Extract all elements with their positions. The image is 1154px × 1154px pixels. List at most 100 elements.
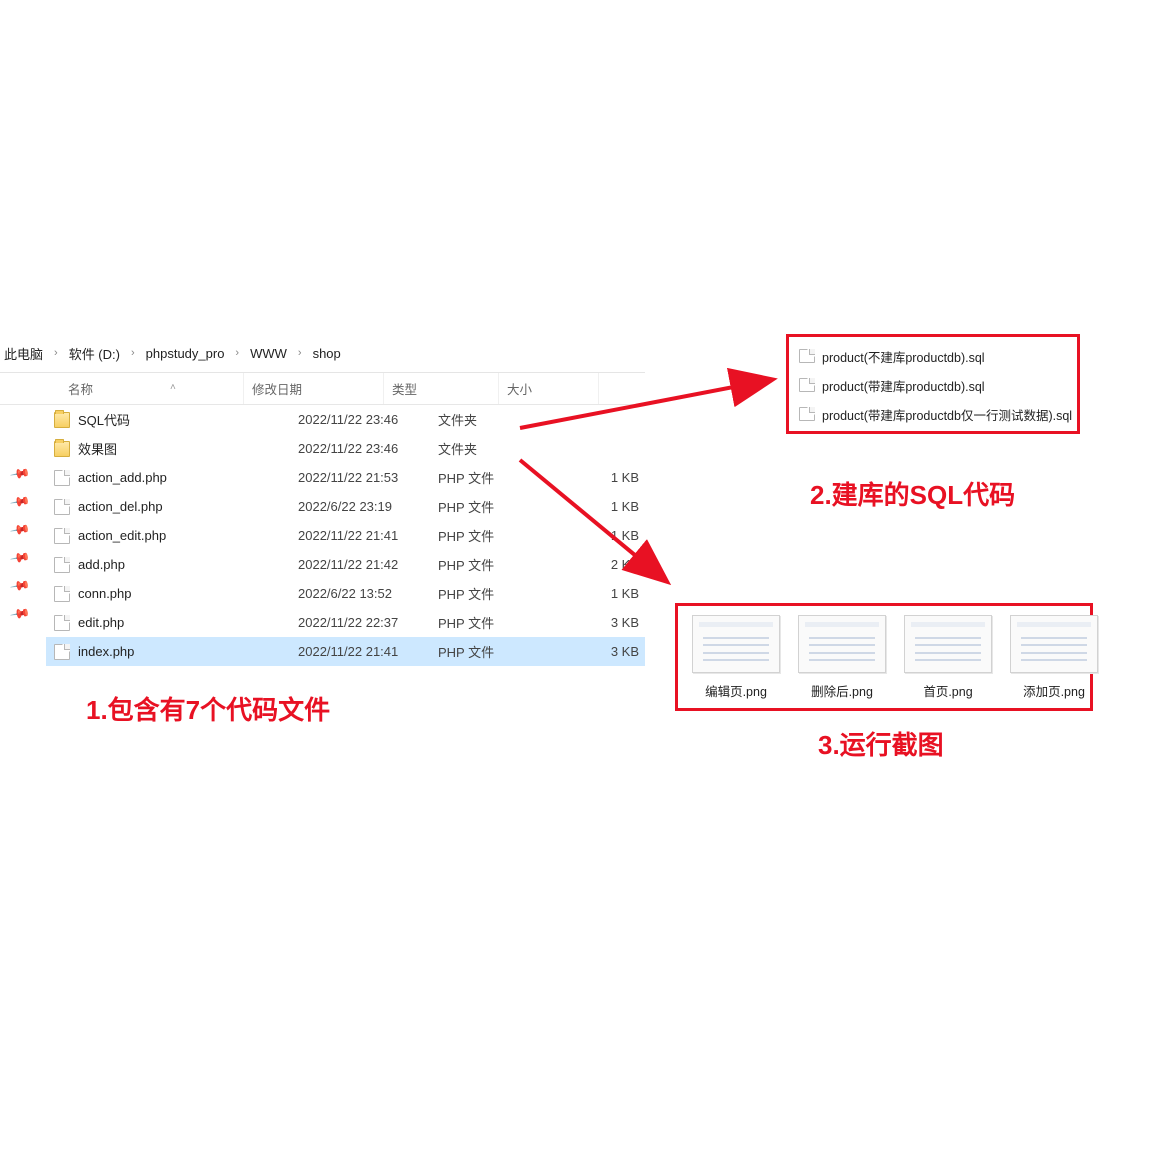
file-name: index.php — [78, 644, 134, 659]
file-type: PHP 文件 — [438, 497, 553, 516]
column-name[interactable]: 名称 ˄ — [0, 373, 244, 404]
file-type: PHP 文件 — [438, 584, 553, 603]
file-date: 2022/11/22 21:41 — [298, 644, 438, 659]
file-icon — [799, 349, 815, 363]
file-explorer: 名称 ˄ 修改日期 类型 大小 SQL代码 2022/11/22 23:46文件夹… — [0, 372, 645, 666]
sort-caret-icon: ˄ — [170, 382, 176, 393]
thumbnail-item[interactable]: 编辑页.png — [692, 615, 780, 704]
annotation-3: 3.运行截图 — [818, 725, 944, 762]
annotation-1: 1.包含有7个代码文件 — [86, 690, 330, 727]
column-headers: 名称 ˄ 修改日期 类型 大小 — [0, 373, 645, 405]
sql-file-item[interactable]: product(带建库productdb).sql — [799, 376, 1067, 395]
breadcrumb-item[interactable]: 软件 (D:) — [67, 342, 122, 365]
file-row[interactable]: SQL代码 2022/11/22 23:46文件夹 — [46, 405, 645, 434]
file-name-cell: add.php — [46, 557, 298, 573]
file-name: edit.php — [78, 615, 124, 630]
file-name: action_edit.php — [78, 528, 166, 543]
chevron-right-icon: › — [125, 347, 141, 359]
file-row[interactable]: index.php2022/11/22 21:41PHP 文件3 KB — [46, 637, 645, 666]
file-name: 效果图 — [78, 439, 117, 458]
file-rows: SQL代码2022/11/22 23:46文件夹效果图2022/11/22 23… — [46, 405, 645, 666]
file-type: PHP 文件 — [438, 613, 553, 632]
file-type: PHP 文件 — [438, 526, 553, 545]
chevron-right-icon: › — [48, 347, 64, 359]
file-size: 2 KB — [553, 557, 653, 572]
folder-icon — [54, 412, 70, 428]
thumbnail-item[interactable]: 删除后.png — [798, 615, 886, 704]
file-type: 文件夹 — [438, 410, 553, 429]
file-row[interactable]: conn.php2022/6/22 13:52PHP 文件1 KB — [46, 579, 645, 608]
annotation-2: 2.建库的SQL代码 — [810, 475, 1015, 512]
file-icon — [54, 499, 70, 515]
file-row[interactable]: action_del.php2022/6/22 23:19PHP 文件1 KB — [46, 492, 645, 521]
file-row[interactable]: 效果图 2022/11/22 23:46文件夹 — [46, 434, 645, 463]
thumbnail-caption: 添加页.png — [1023, 681, 1085, 700]
sql-file-name: product(不建库productdb).sql — [822, 347, 985, 366]
file-name-cell: action_del.php — [46, 499, 298, 515]
file-date: 2022/11/22 23:46 — [298, 412, 438, 427]
sql-file-name: product(带建库productdb).sql — [822, 376, 985, 395]
file-date: 2022/6/22 13:52 — [298, 586, 438, 601]
file-name: SQL代码 — [78, 410, 130, 429]
file-row[interactable]: add.php2022/11/22 21:42PHP 文件2 KB — [46, 550, 645, 579]
thumbnail-preview — [904, 615, 992, 673]
file-type: PHP 文件 — [438, 555, 553, 574]
thumbnail-item[interactable]: 添加页.png — [1010, 615, 1098, 704]
file-name: action_add.php — [78, 470, 167, 485]
file-size: 3 KB — [553, 615, 653, 630]
thumbnail-item[interactable]: 首页.png — [904, 615, 992, 704]
file-size: 1 KB — [553, 528, 653, 543]
sql-files-box: product(不建库productdb).sql product(带建库pro… — [786, 334, 1080, 434]
column-size[interactable]: 大小 — [499, 373, 599, 404]
breadcrumb-item[interactable]: phpstudy_pro — [144, 344, 227, 363]
folder-icon — [54, 441, 70, 457]
file-name-cell: conn.php — [46, 586, 298, 602]
file-date: 2022/11/22 21:41 — [298, 528, 438, 543]
file-icon — [54, 528, 70, 544]
file-name-cell: 效果图 — [46, 439, 298, 458]
file-icon — [54, 644, 70, 660]
file-name: action_del.php — [78, 499, 163, 514]
file-type: PHP 文件 — [438, 642, 553, 661]
file-icon — [799, 407, 815, 421]
file-size: 1 KB — [553, 499, 653, 514]
sql-file-item[interactable]: product(带建库productdb仅一行测试数据).sql — [799, 405, 1067, 424]
file-type: PHP 文件 — [438, 468, 553, 487]
file-size: 1 KB — [553, 470, 653, 485]
file-name-cell: edit.php — [46, 615, 298, 631]
sql-file-item[interactable]: product(不建库productdb).sql — [799, 347, 1067, 366]
thumbnail-caption: 编辑页.png — [705, 681, 767, 700]
file-name-cell: action_add.php — [46, 470, 298, 486]
file-icon — [54, 557, 70, 573]
file-name-cell: SQL代码 — [46, 410, 298, 429]
column-date[interactable]: 修改日期 — [244, 373, 384, 404]
breadcrumb-item[interactable]: WWW — [248, 344, 289, 363]
breadcrumb-item[interactable]: shop — [311, 344, 343, 363]
column-type[interactable]: 类型 — [384, 373, 499, 404]
file-date: 2022/11/22 22:37 — [298, 615, 438, 630]
file-row[interactable]: edit.php2022/11/22 22:37PHP 文件3 KB — [46, 608, 645, 637]
breadcrumb-item[interactable]: 此电脑 — [2, 342, 45, 365]
chevron-right-icon: › — [292, 347, 308, 359]
file-date: 2022/11/22 23:46 — [298, 441, 438, 456]
file-type: 文件夹 — [438, 439, 553, 458]
file-icon — [54, 615, 70, 631]
file-date: 2022/11/22 21:42 — [298, 557, 438, 572]
thumbnail-preview — [798, 615, 886, 673]
file-row[interactable]: action_edit.php2022/11/22 21:41PHP 文件1 K… — [46, 521, 645, 550]
chevron-right-icon: › — [229, 347, 245, 359]
thumbnail-caption: 首页.png — [923, 681, 972, 700]
screenshots-box: 编辑页.png 删除后.png 首页.png 添加页.png — [675, 603, 1093, 711]
file-icon — [54, 586, 70, 602]
file-date: 2022/6/22 23:19 — [298, 499, 438, 514]
file-icon — [54, 470, 70, 486]
file-name-cell: action_edit.php — [46, 528, 298, 544]
file-date: 2022/11/22 21:53 — [298, 470, 438, 485]
file-name-cell: index.php — [46, 644, 298, 660]
thumbnail-preview — [692, 615, 780, 673]
file-row[interactable]: action_add.php2022/11/22 21:53PHP 文件1 KB — [46, 463, 645, 492]
sql-file-name: product(带建库productdb仅一行测试数据).sql — [822, 405, 1072, 424]
column-name-label: 名称 — [68, 379, 93, 398]
file-name: add.php — [78, 557, 125, 572]
breadcrumb[interactable]: 此电脑 › 软件 (D:) › phpstudy_pro › WWW › sho… — [0, 340, 343, 366]
